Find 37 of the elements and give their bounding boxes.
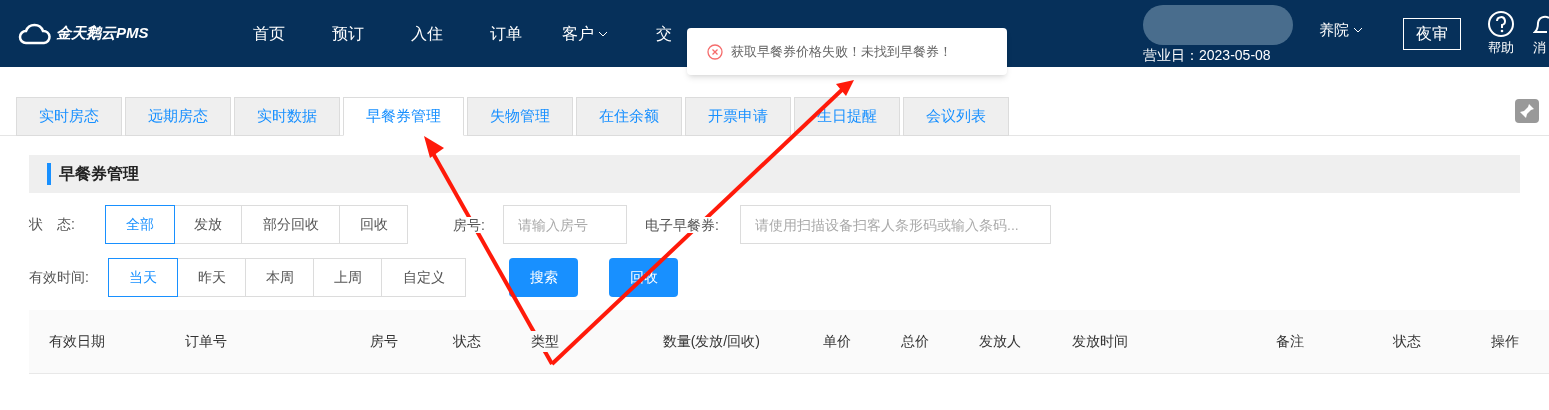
help-icon <box>1487 9 1515 38</box>
business-day: 营业日：2023-05-08 <box>1143 44 1271 66</box>
column-header: 发放人 <box>979 331 1022 352</box>
help-button[interactable]: 帮助 <box>1487 9 1515 58</box>
nav-item[interactable]: 预订 <box>308 21 388 46</box>
column-header: 类型 <box>531 331 560 352</box>
room-label: 房号: <box>453 216 485 233</box>
filter-option[interactable]: 上周 <box>313 258 382 297</box>
cloud-logo-icon <box>18 22 52 45</box>
voucher-label: 电子早餐券: <box>645 216 719 233</box>
chevron-down-icon <box>1353 26 1363 33</box>
pin-icon[interactable] <box>1515 99 1539 123</box>
column-header: 发放时间 <box>1071 331 1128 352</box>
nav-item[interactable]: 客户 <box>545 21 625 46</box>
status-label: 状 态: <box>29 215 76 234</box>
toast-message: 获取早餐券价格失败！未找到早餐券！ <box>731 42 952 61</box>
filter-option[interactable]: 自定义 <box>381 258 466 297</box>
section-accent <box>47 163 51 185</box>
valid-time-label: 有效时间: <box>29 268 90 287</box>
nav-item[interactable]: 入住 <box>387 21 467 46</box>
error-icon <box>707 43 723 60</box>
filter-option[interactable]: 昨天 <box>177 258 246 297</box>
filter-option[interactable]: 发放 <box>174 205 242 244</box>
filter-option[interactable]: 本周 <box>245 258 314 297</box>
column-header: 数量(发放/回收) <box>662 331 760 352</box>
room-field[interactable]: 请输入房号 <box>503 205 627 244</box>
night-audit-button[interactable]: 夜审 <box>1403 17 1461 50</box>
hotel-name[interactable]: 养院 <box>1319 18 1363 41</box>
filter-option[interactable]: 部分回收 <box>241 205 340 244</box>
filter-option[interactable]: 回收 <box>339 205 408 244</box>
voucher-field[interactable]: 请使用扫描设备扫客人条形码或输入条码... <box>740 205 1051 244</box>
nav-item[interactable]: 订单 <box>466 21 546 46</box>
nav-item[interactable]: 首页 <box>229 21 309 46</box>
messages-button[interactable]: 消 <box>1533 9 1549 58</box>
brand-name: 金天鹅云PMS <box>56 23 149 44</box>
section-title: 早餐券管理 <box>59 164 139 184</box>
chevron-down-icon <box>598 30 608 37</box>
